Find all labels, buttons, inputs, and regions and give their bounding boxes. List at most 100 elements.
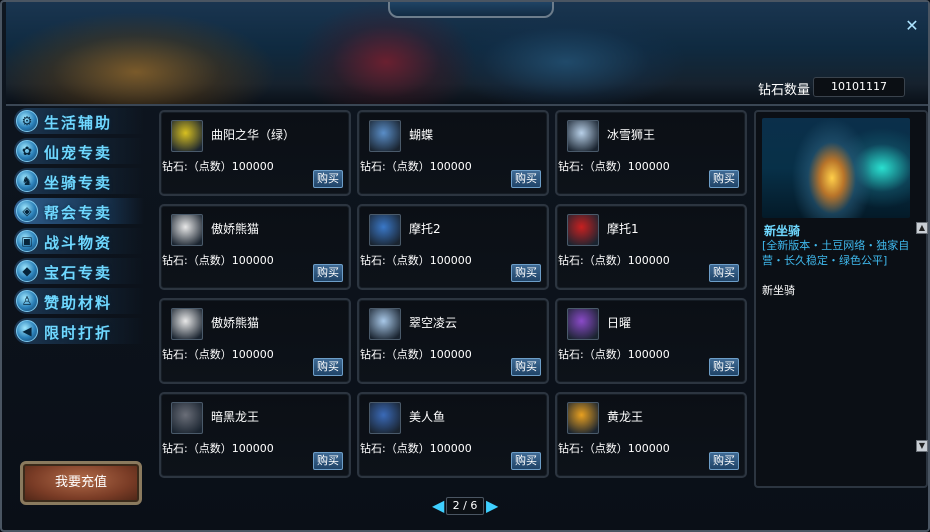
product-card: 傲娇熊猫 钻石:（点数）100000 购买 bbox=[159, 298, 351, 384]
megaphone-icon: ◀ bbox=[16, 320, 38, 342]
product-card: 曲阳之华（绿） 钻石:（点数）100000 购买 bbox=[159, 110, 351, 196]
sidebar-item-mount-shop[interactable]: ♞ 坐骑专卖 bbox=[14, 168, 144, 194]
product-price: 钻石:（点数）100000 bbox=[360, 348, 472, 361]
product-name: 摩托2 bbox=[409, 222, 441, 236]
shield-icon: ◈ bbox=[16, 200, 38, 222]
next-page-icon[interactable]: ▶ bbox=[486, 497, 498, 515]
preview-image bbox=[762, 118, 910, 218]
product-card: 日曜 钻石:（点数）100000 购买 bbox=[555, 298, 747, 384]
product-thumbnail bbox=[369, 308, 401, 340]
buy-button[interactable]: 购买 bbox=[313, 264, 343, 282]
product-price: 钻石:（点数）100000 bbox=[558, 442, 670, 455]
product-card: 傲娇熊猫 钻石:（点数）100000 购买 bbox=[159, 204, 351, 290]
buy-button[interactable]: 购买 bbox=[313, 358, 343, 376]
buy-button[interactable]: 购买 bbox=[511, 358, 541, 376]
product-thumbnail bbox=[171, 214, 203, 246]
product-name: 美人鱼 bbox=[409, 410, 446, 424]
sidebar-item-guild-shop[interactable]: ◈ 帮会专卖 bbox=[14, 198, 144, 224]
product-name: 曲阳之华（绿） bbox=[211, 128, 296, 142]
product-card: 翠空凌云 钻石:（点数）100000 购买 bbox=[357, 298, 549, 384]
sidebar-item-label: 宝石专卖 bbox=[44, 264, 113, 282]
shop-window: ✕ 钻石数量 10101117 ⚙ 生活辅助 ✿ 仙宠专卖 ♞ 坐骑专卖 ◈ 帮… bbox=[0, 0, 930, 532]
prev-page-icon[interactable]: ◀ bbox=[432, 497, 444, 515]
product-card: 摩托1 钻石:（点数）100000 购买 bbox=[555, 204, 747, 290]
horse-icon: ♞ bbox=[16, 170, 38, 192]
preview-subtitle: 新坐骑 bbox=[762, 284, 795, 297]
product-name: 黄龙王 bbox=[607, 410, 644, 424]
diamond-count-value: 10101117 bbox=[813, 77, 905, 97]
sidebar-item-label: 仙宠专卖 bbox=[44, 144, 113, 162]
scroll-down-icon[interactable]: ▼ bbox=[916, 440, 928, 452]
buy-button[interactable]: 购买 bbox=[709, 170, 739, 188]
category-sidebar: ⚙ 生活辅助 ✿ 仙宠专卖 ♞ 坐骑专卖 ◈ 帮会专卖 ▣ 战斗物资 ◆ 宝石专… bbox=[14, 108, 144, 348]
product-card: 冰雪狮王 钻石:（点数）100000 购买 bbox=[555, 110, 747, 196]
product-price: 钻石:（点数）100000 bbox=[162, 160, 274, 173]
product-thumbnail bbox=[567, 402, 599, 434]
sidebar-item-label: 限时打折 bbox=[44, 324, 113, 342]
buy-button[interactable]: 购买 bbox=[313, 170, 343, 188]
sidebar-item-combat-supplies[interactable]: ▣ 战斗物资 bbox=[14, 228, 144, 254]
product-thumbnail bbox=[567, 214, 599, 246]
buy-button[interactable]: 购买 bbox=[511, 264, 541, 282]
sidebar-item-label: 生活辅助 bbox=[44, 114, 113, 132]
sidebar-item-pet-shop[interactable]: ✿ 仙宠专卖 bbox=[14, 138, 144, 164]
product-thumbnail bbox=[567, 120, 599, 152]
product-price: 钻石:（点数）100000 bbox=[162, 254, 274, 267]
buy-button[interactable]: 购买 bbox=[709, 358, 739, 376]
diamond-count-label: 钻石数量 bbox=[758, 83, 811, 98]
product-thumbnail bbox=[369, 214, 401, 246]
buy-button[interactable]: 购买 bbox=[511, 170, 541, 188]
product-price: 钻石:（点数）100000 bbox=[558, 348, 670, 361]
product-card: 美人鱼 钻石:（点数）100000 购买 bbox=[357, 392, 549, 478]
page-indicator: 2 / 6 bbox=[446, 497, 484, 515]
product-name: 翠空凌云 bbox=[409, 316, 458, 330]
sidebar-item-label: 坐骑专卖 bbox=[44, 174, 113, 192]
sidebar-item-gem-shop[interactable]: ◆ 宝石专卖 bbox=[14, 258, 144, 284]
sidebar-item-label: 战斗物资 bbox=[44, 234, 113, 252]
product-name: 日曜 bbox=[607, 316, 632, 330]
buy-button[interactable]: 购买 bbox=[709, 264, 739, 282]
product-thumbnail bbox=[171, 120, 203, 152]
preview-title: 新坐骑 bbox=[764, 224, 801, 238]
product-card: 暗黑龙王 钻石:（点数）100000 购买 bbox=[159, 392, 351, 478]
buy-button[interactable]: 购买 bbox=[313, 452, 343, 470]
product-price: 钻石:（点数）100000 bbox=[360, 160, 472, 173]
sidebar-item-sponsor-materials[interactable]: ♙ 赞助材料 bbox=[14, 288, 144, 314]
buy-button[interactable]: 购买 bbox=[511, 452, 541, 470]
person-icon: ♙ bbox=[16, 290, 38, 312]
preview-description: [全新版本・土豆网络・独家自营・长久稳定・绿色公平] bbox=[762, 239, 910, 267]
box-icon: ▣ bbox=[16, 230, 38, 252]
product-price: 钻石:（点数）100000 bbox=[558, 160, 670, 173]
product-name: 摩托1 bbox=[607, 222, 639, 236]
sidebar-item-label: 帮会专卖 bbox=[44, 204, 113, 222]
product-name: 蝴蝶 bbox=[409, 128, 434, 142]
product-thumbnail bbox=[369, 402, 401, 434]
product-thumbnail bbox=[171, 402, 203, 434]
product-card: 摩托2 钻石:（点数）100000 购买 bbox=[357, 204, 549, 290]
buy-button[interactable]: 购买 bbox=[709, 452, 739, 470]
product-price: 钻石:（点数）100000 bbox=[162, 442, 274, 455]
product-thumbnail bbox=[171, 308, 203, 340]
title-plate bbox=[388, 2, 554, 18]
product-thumbnail bbox=[369, 120, 401, 152]
product-price: 钻石:（点数）100000 bbox=[558, 254, 670, 267]
sidebar-item-life-assist[interactable]: ⚙ 生活辅助 bbox=[14, 108, 144, 134]
recharge-button[interactable]: 我要充值 bbox=[20, 461, 142, 505]
product-name: 冰雪狮王 bbox=[607, 128, 656, 142]
product-price: 钻石:（点数）100000 bbox=[360, 442, 472, 455]
product-name: 傲娇熊猫 bbox=[211, 222, 260, 236]
item-preview-panel: 新坐骑 [全新版本・土豆网络・独家自营・长久稳定・绿色公平] 新坐骑 ▲ ▼ bbox=[754, 110, 928, 488]
sidebar-item-limited-discount[interactable]: ◀ 限时打折 bbox=[14, 318, 144, 344]
product-price: 钻石:（点数）100000 bbox=[162, 348, 274, 361]
product-thumbnail bbox=[567, 308, 599, 340]
product-card: 蝴蝶 钻石:（点数）100000 购买 bbox=[357, 110, 549, 196]
product-card: 黄龙王 钻石:（点数）100000 购买 bbox=[555, 392, 747, 478]
paw-icon: ✿ bbox=[16, 140, 38, 162]
close-icon[interactable]: ✕ bbox=[904, 18, 920, 34]
product-grid: 曲阳之华（绿） 钻石:（点数）100000 购买 蝴蝶 钻石:（点数）10000… bbox=[159, 110, 749, 488]
shop-banner: ✕ 钻石数量 10101117 bbox=[6, 2, 928, 106]
gem-icon: ◆ bbox=[16, 260, 38, 282]
scroll-up-icon[interactable]: ▲ bbox=[916, 222, 928, 234]
gear-icon: ⚙ bbox=[16, 110, 38, 132]
product-price: 钻石:（点数）100000 bbox=[360, 254, 472, 267]
